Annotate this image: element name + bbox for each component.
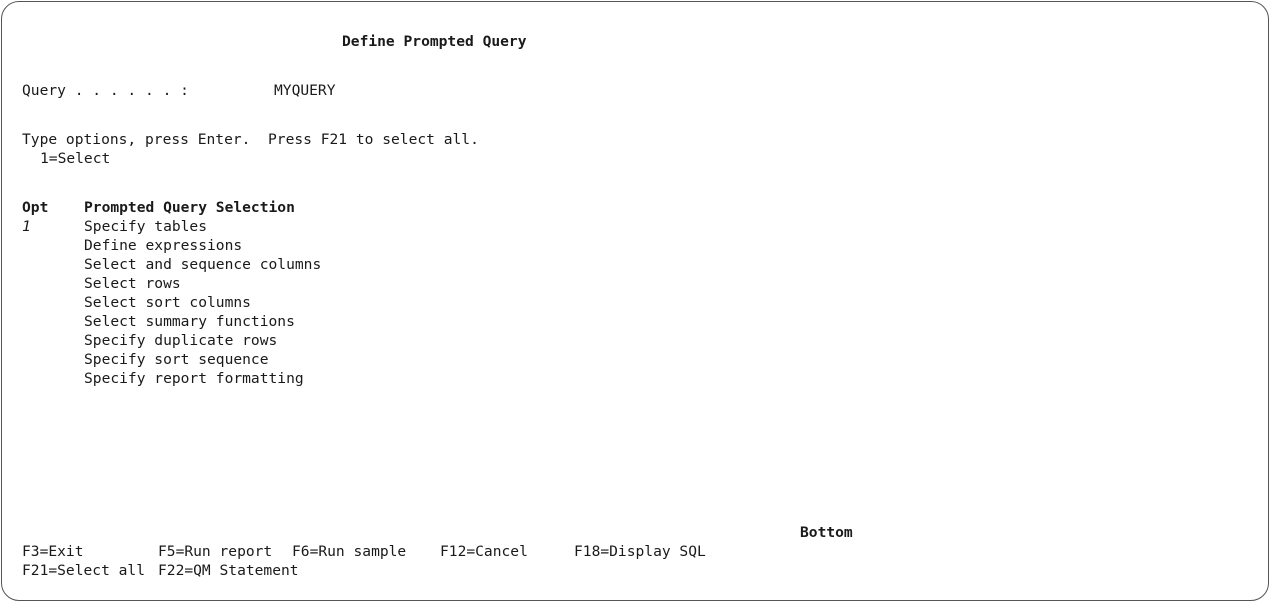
scroll-indicator: Bottom (800, 524, 853, 541)
opt-column-header: Opt (22, 199, 49, 216)
instructions-line: Type options, press Enter. Press F21 to … (22, 131, 479, 148)
selection-column-header: Prompted Query Selection (84, 199, 295, 216)
list-item-specify-report-formatting: Specify report formatting (84, 370, 304, 387)
f6-run-sample-key[interactable]: F6=Run sample (292, 542, 406, 561)
list-item-select-rows: Select rows (84, 275, 181, 292)
list-item-specify-duplicate-rows: Specify duplicate rows (84, 332, 278, 349)
screen-title: Define Prompted Query (342, 33, 527, 50)
list-item-select-sort-columns: Select sort columns (84, 294, 251, 311)
list-item-select-sequence-columns: Select and sequence columns (84, 256, 322, 273)
query-label: Query . . . . . . : (22, 82, 189, 99)
list-item-select-summary-functions: Select summary functions (84, 313, 295, 330)
f5-run-report-key[interactable]: F5=Run report (158, 542, 272, 561)
f22-qm-statement-key[interactable]: F22=QM Statement (158, 561, 299, 580)
list-item-specify-sort-sequence: Specify sort sequence (84, 351, 269, 368)
f3-exit-key[interactable]: F3=Exit (22, 542, 84, 561)
f18-display-sql-key[interactable]: F18=Display SQL (574, 542, 706, 561)
list-item-specify-tables: Specify tables (84, 218, 208, 235)
f21-select-all-key[interactable]: F21=Select all (22, 561, 145, 580)
f12-cancel-key[interactable]: F12=Cancel (440, 542, 528, 561)
opt-input-specify-tables[interactable]: 1 (22, 217, 62, 236)
terminal-screen: Define Prompted Query Query . . . . . . … (1, 1, 1269, 601)
query-value: MYQUERY (274, 82, 336, 99)
option-legend: 1=Select (40, 150, 111, 167)
list-item-define-expressions: Define expressions (84, 237, 243, 254)
